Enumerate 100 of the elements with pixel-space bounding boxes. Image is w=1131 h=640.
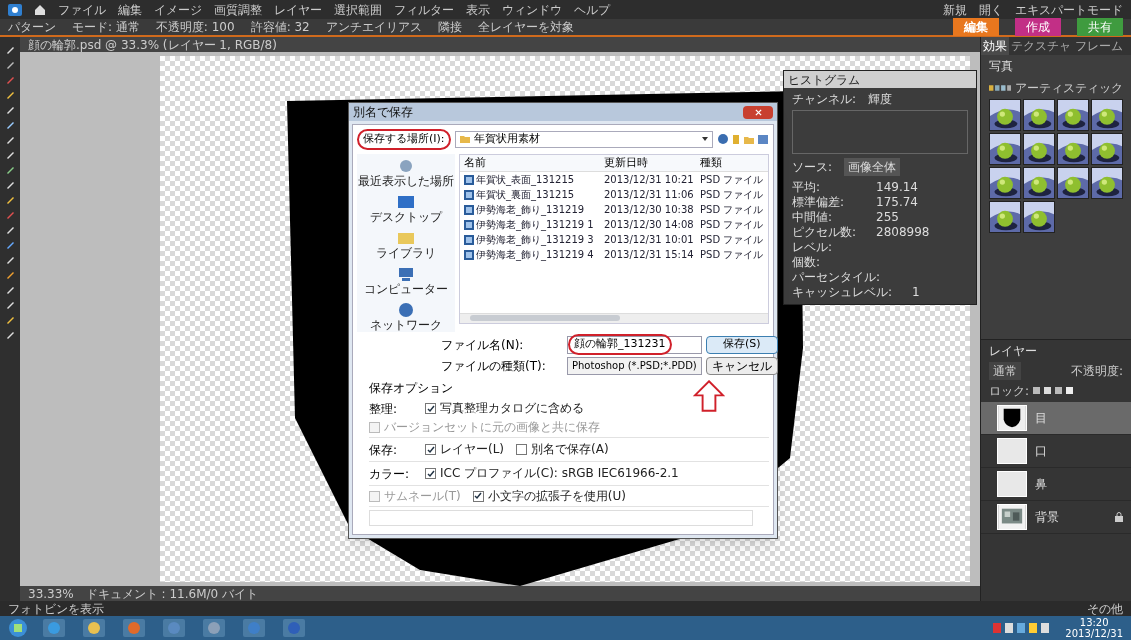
taskbar-app-icon[interactable]: [80, 618, 108, 638]
folder-dropdown[interactable]: 年賀状用素材: [454, 130, 713, 148]
clock-time: 13:20: [1079, 617, 1109, 628]
save-button[interactable]: 保存(S): [705, 335, 778, 354]
menu-item[interactable]: ウィンドウ: [502, 0, 562, 19]
checkbox[interactable]: [516, 444, 528, 455]
file-date: 2013/12/31 15:14: [603, 248, 695, 262]
place-item[interactable]: デスクトップ: [370, 209, 442, 224]
filetype-dropdown[interactable]: Photoshop (*.PSD;*.PDD): [567, 356, 702, 375]
layer-row[interactable]: 鼻: [981, 468, 1131, 501]
tool-option[interactable]: パターン: [8, 18, 56, 36]
blend-mode-dropdown[interactable]: 通常: [989, 362, 1021, 380]
layer-tools-icons[interactable]: [1033, 387, 1074, 395]
panel-tab[interactable]: フレーム: [1073, 37, 1125, 55]
menu-item[interactable]: 画質調整: [214, 0, 262, 19]
file-name[interactable]: 年賀状_裏面_131215: [476, 187, 575, 202]
filename-label: ファイル名(N):: [441, 336, 525, 354]
file-type: PSD ファイル: [699, 203, 765, 217]
file-name[interactable]: 伊勢海老_飾り_131219 3: [476, 232, 594, 247]
file-name[interactable]: 伊勢海老_飾り_131219 4: [476, 247, 594, 262]
tool-option[interactable]: 不透明度: 100: [155, 18, 235, 36]
file-date: 2013/12/31 11:06: [603, 188, 695, 202]
section-title: 写真: [988, 58, 1014, 75]
layer-thumbnail: [997, 405, 1027, 431]
close-button[interactable]: [743, 105, 773, 119]
tool-option[interactable]: 隣接: [437, 18, 462, 36]
file-type: PSD ファイル: [699, 188, 765, 202]
file-type: PSD ファイル: [699, 218, 765, 232]
place-item[interactable]: 最近表示した場所: [358, 173, 454, 188]
stat-label: 標準偏差:: [792, 195, 846, 210]
more-button[interactable]: その他: [1087, 601, 1123, 616]
tool-option[interactable]: アンチエイリアス: [325, 18, 422, 36]
app-logo-icon: [8, 3, 22, 16]
menu-item[interactable]: 表示: [466, 0, 490, 19]
channel-label: チャンネル:: [792, 91, 857, 108]
options-title: 保存オプション: [369, 379, 453, 397]
menu-item[interactable]: 選択範囲: [334, 0, 382, 19]
checkbox[interactable]: [425, 468, 436, 479]
top-button[interactable]: 新規: [943, 0, 967, 19]
checkbox-label: バージョンセットに元の画像と共に保存: [384, 419, 600, 435]
cancel-button[interactable]: キャンセル: [705, 356, 778, 375]
menu-item[interactable]: フィルター: [394, 0, 454, 19]
category-dropdown[interactable]: アーティスティック: [1015, 79, 1123, 97]
start-icon[interactable]: [8, 618, 28, 638]
menu-item[interactable]: イメージ: [154, 0, 202, 19]
checkbox[interactable]: [472, 490, 484, 502]
place-item[interactable]: ネットワーク: [370, 317, 442, 332]
stat-label: パーセンタイル:: [792, 270, 882, 285]
layer-thumbnail: [997, 504, 1027, 530]
source-dropdown[interactable]: 画像全体: [844, 158, 901, 176]
layer-row[interactable]: 目: [981, 402, 1131, 435]
mode-tab[interactable]: 作成: [1015, 18, 1061, 36]
tool-option[interactable]: 全レイヤーを対象: [477, 18, 574, 36]
category-icons[interactable]: [989, 83, 1011, 93]
file-type: PSD ファイル: [699, 233, 765, 247]
psd-file-icon: [464, 174, 474, 185]
tool-option[interactable]: 許容値: 32: [250, 18, 310, 36]
top-button[interactable]: エキスパートモード: [1015, 0, 1123, 19]
source-label: ソース:: [792, 159, 833, 176]
file-name[interactable]: 伊勢海老_飾り_131219 1: [476, 217, 594, 232]
menu-item[interactable]: レイヤー: [274, 0, 322, 19]
file-name[interactable]: 年賀状_表面_131215: [476, 172, 575, 187]
layer-row[interactable]: 口: [981, 435, 1131, 468]
checkbox[interactable]: [425, 403, 436, 414]
column-header[interactable]: 更新日時: [600, 154, 696, 171]
menu-item[interactable]: ファイル: [58, 0, 106, 19]
checkbox[interactable]: [425, 444, 436, 455]
place-item[interactable]: コンピューター: [364, 281, 448, 296]
channel-dropdown[interactable]: 輝度: [868, 90, 893, 108]
panel-tab[interactable]: テクスチャ: [1009, 37, 1073, 55]
zoom-level[interactable]: 33.33%: [28, 586, 74, 601]
top-button[interactable]: 開く: [979, 0, 1003, 19]
menu-item[interactable]: ヘルプ: [574, 0, 610, 19]
taskbar-app-icon[interactable]: [200, 618, 228, 638]
filename-field[interactable]: 顔の輪郭_131231: [567, 335, 702, 354]
menu-item[interactable]: 編集: [118, 0, 142, 19]
toolbar-icons[interactable]: [717, 133, 769, 146]
column-header[interactable]: 種類: [696, 154, 768, 171]
file-type: PSD ファイル: [699, 173, 765, 187]
checkbox-label: ICC プロファイル(C): sRGB IEC61966-2.1: [440, 466, 679, 481]
horizontal-scrollbar[interactable]: [460, 312, 768, 323]
file-date: 2013/12/30 14:08: [603, 218, 695, 232]
layer-thumbnail: [997, 471, 1027, 497]
mode-tab[interactable]: 共有: [1077, 18, 1123, 36]
file-name[interactable]: 伊勢海老_飾り_131219: [476, 202, 585, 217]
document-info: ドキュメント : 11.6M/0 バイト: [85, 586, 258, 601]
stat-label: 中間値:: [792, 210, 834, 225]
psd-file-icon: [464, 234, 474, 245]
home-icon[interactable]: [34, 3, 46, 16]
opacity-label: 不透明度:: [1070, 363, 1123, 380]
file-date: 2013/12/31 10:21: [603, 173, 695, 187]
psd-file-icon: [464, 204, 474, 215]
column-header[interactable]: 名前: [460, 154, 600, 171]
place-item[interactable]: ライブラリ: [376, 245, 436, 260]
tool-option[interactable]: モード: 通常: [72, 18, 140, 36]
globe-icon: [396, 301, 416, 318]
layer-row[interactable]: 背景: [981, 501, 1131, 534]
caret-icon: [702, 137, 708, 142]
photo-bin-toggle[interactable]: フォトビンを表示: [8, 601, 104, 616]
panel-tab[interactable]: 効果: [981, 37, 1009, 55]
